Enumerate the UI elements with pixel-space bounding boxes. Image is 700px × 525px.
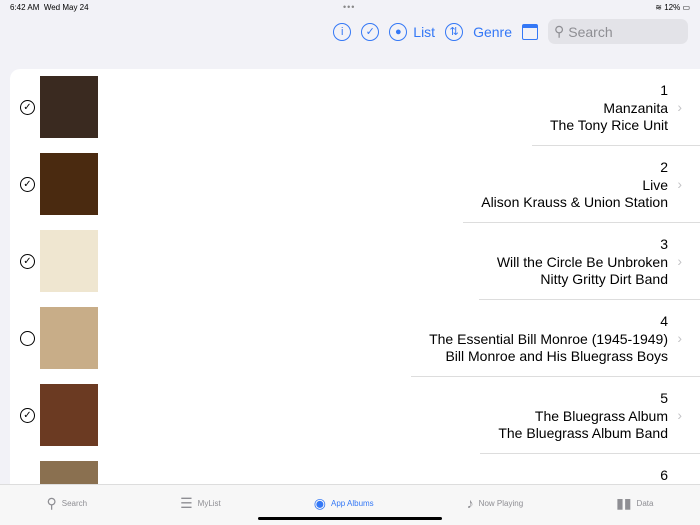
album-artist: The Tony Rice Unit <box>549 117 668 133</box>
album-list: ✓ 1 Manzanita The Tony Rice Unit › ✓ 2 Live A… <box>10 69 700 489</box>
album-art <box>40 230 98 292</box>
album-title: The Bluegrass Album <box>534 407 668 424</box>
sort-icon[interactable]: ⇅ <box>445 22 464 41</box>
multitask-dots-icon[interactable]: ••• <box>343 2 355 12</box>
album-text: 2 Live Alison Krauss & Union Station <box>481 159 668 212</box>
album-art <box>40 307 98 369</box>
album-title: The Essential Bill Monroe (1945-1949) <box>429 330 668 347</box>
unchecked-circle-icon[interactable] <box>20 331 35 346</box>
chevron-right-icon: › <box>677 99 682 115</box>
tab-search[interactable]: ⚲ Search <box>46 495 87 512</box>
time: 6:42 AM <box>10 3 40 12</box>
album-number: 4 <box>660 313 668 329</box>
album-number: 5 <box>660 390 668 406</box>
album-number: 1 <box>660 82 668 98</box>
checked-circle-icon[interactable]: ✓ <box>20 100 35 115</box>
album-row[interactable]: ✓ 3 Will the Circle Be Unbroken Nitty Grit… <box>10 223 700 300</box>
album-title: Manzanita <box>603 99 668 116</box>
album-art <box>40 76 98 138</box>
album-icon: ◉ <box>313 495 326 511</box>
album-text: 6 <box>660 467 668 485</box>
tab-data[interactable]: ▮▮ Data <box>616 495 653 512</box>
battery-level: 12% <box>664 3 681 12</box>
tab-label: MyList <box>197 499 221 508</box>
checked-circle-icon[interactable]: ✓ <box>20 177 35 192</box>
album-number: 2 <box>660 159 668 175</box>
search-icon: ⚲ <box>46 495 57 511</box>
checkmark-icon[interactable]: ✓ <box>361 22 380 41</box>
album-art <box>40 153 98 215</box>
album-row[interactable]: ✓ 5 The Bluegrass Album The Bluegrass Albu… <box>10 377 700 454</box>
chevron-right-icon: › <box>677 407 682 423</box>
radio-icon: ● <box>389 22 408 41</box>
list-icon: ☰ <box>180 495 193 511</box>
album-number: 6 <box>660 467 668 483</box>
tab-mylist[interactable]: ☰ MyList <box>180 495 221 512</box>
album-artist: Bill Monroe and His Bluegrass Boys <box>445 348 668 364</box>
album-number: 3 <box>660 236 668 252</box>
checked-circle-icon[interactable]: ✓ <box>20 254 35 269</box>
toolbar: i ✓ ● List ⇅ Genre ⚲ Search <box>333 19 688 44</box>
search-icon: ⚲ <box>554 23 565 39</box>
list-label: List <box>413 23 436 40</box>
chevron-right-icon: › <box>677 330 682 346</box>
tab-label: Search <box>61 499 88 508</box>
album-title: Will the Circle Be Unbroken <box>496 253 668 270</box>
search-input[interactable]: ⚲ Search <box>548 19 688 44</box>
battery-icon: ▭ <box>682 3 690 12</box>
genre-button[interactable]: Genre <box>473 24 512 40</box>
chevron-right-icon: › <box>677 253 682 269</box>
wifi-icon: ≋ <box>655 3 662 12</box>
album-text: 4 The Essential Bill Monroe (1945-1949) Bi… <box>429 313 668 366</box>
album-text: 5 The Bluegrass Album The Bluegrass Album … <box>498 390 668 443</box>
chevron-right-icon: › <box>677 176 682 192</box>
album-text: 3 Will the Circle Be Unbroken Nitty Gritty… <box>497 236 668 289</box>
list-button[interactable]: ● List <box>389 22 436 41</box>
music-note-icon: ♪ <box>466 495 474 511</box>
album-artist: Nitty Gritty Dirt Band <box>540 271 668 287</box>
tab-label: Data <box>636 499 654 508</box>
tab-app-albums[interactable]: ◉ App Albums <box>314 495 374 512</box>
tab-label: Now Playing <box>478 498 524 508</box>
album-artist: The Bluegrass Album Band <box>498 425 668 441</box>
tab-label: App Albums <box>330 499 374 508</box>
album-title: Live <box>642 176 668 193</box>
chart-icon: ▮▮ <box>616 495 632 511</box>
album-row[interactable]: ✓ 1 Manzanita The Tony Rice Unit › <box>10 69 700 146</box>
album-art <box>40 384 98 446</box>
checked-circle-icon[interactable]: ✓ <box>20 408 35 423</box>
calendar-icon[interactable] <box>522 23 538 40</box>
search-placeholder: Search <box>568 23 613 40</box>
album-text: 1 Manzanita The Tony Rice Unit <box>550 82 668 135</box>
date: Wed May 24 <box>43 3 89 12</box>
home-indicator <box>258 517 442 520</box>
album-row[interactable]: ✓ 2 Live Alison Krauss & Union Station › <box>10 146 700 223</box>
album-row[interactable]: 4 The Essential Bill Monroe (1945-1949) Bi… <box>10 300 700 377</box>
info-icon[interactable]: i <box>333 22 352 41</box>
tab-now-playing[interactable]: ♪ Now Playing <box>467 495 523 511</box>
album-artist: Alison Krauss & Union Station <box>481 194 668 210</box>
